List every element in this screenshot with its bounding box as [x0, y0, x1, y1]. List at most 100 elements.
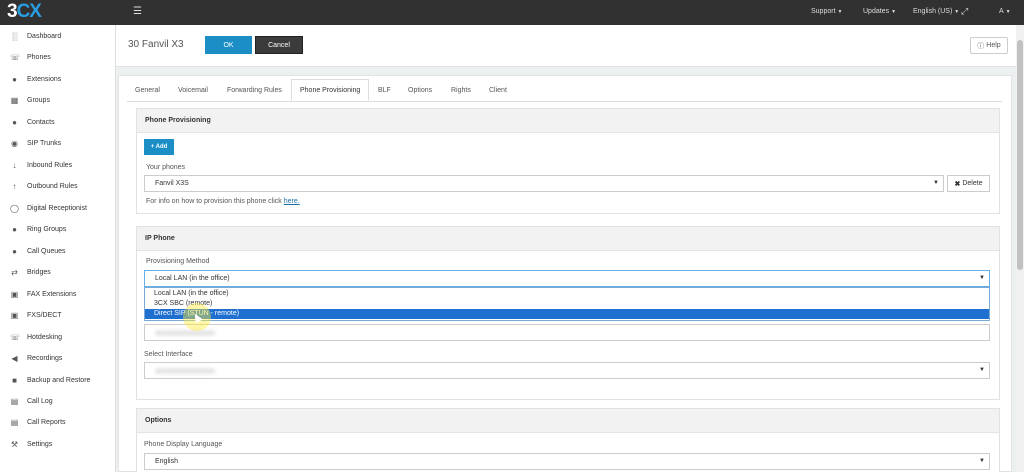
page-scrollbar[interactable]: [1016, 25, 1024, 472]
tab-rights[interactable]: Rights: [443, 79, 479, 101]
sidebar-item-hotdesking[interactable]: ☏ Hotdesking: [0, 329, 116, 345]
sidebar-item-dashboard[interactable]: ░ Dashboard: [0, 28, 116, 44]
phone-icon: ☏: [10, 332, 21, 342]
sidebar-item-outbound-rules[interactable]: ↑ Outbound Rules: [0, 178, 116, 194]
sidebar-item-phones[interactable]: ☏ Phones: [0, 49, 116, 65]
phone-select[interactable]: Fanvil X3S ▼: [144, 175, 944, 192]
caret-down-icon: ▼: [837, 9, 843, 15]
grid-icon: ▦: [10, 95, 19, 105]
tab-divider: [127, 101, 1002, 102]
support-menu[interactable]: Support ▼: [811, 8, 842, 15]
sidebar-item-groups[interactable]: ▦ Groups: [0, 92, 116, 108]
sidebar-item-label: Extensions: [27, 75, 62, 83]
tab-phone-provisioning[interactable]: Phone Provisioning: [291, 79, 370, 101]
phone-select-value: Fanvil X3S: [155, 180, 189, 187]
language-menu[interactable]: English (US) ▼: [913, 8, 959, 15]
sidebar-item-ring-groups[interactable]: ● Ring Groups: [0, 221, 116, 237]
tab-general[interactable]: General: [127, 79, 168, 101]
sidebar-item-bridges[interactable]: ⇄ Bridges: [0, 264, 116, 280]
delete-phone-button[interactable]: ✖ Delete: [947, 175, 990, 192]
updates-label: Updates: [863, 8, 890, 15]
sidebar-item-inbound-rules[interactable]: ↓ Inbound Rules: [0, 157, 116, 173]
arrow-up-icon: ↑: [12, 181, 17, 191]
sidebar-item-recordings[interactable]: ◀ Recordings: [0, 350, 116, 366]
sidebar-item-backup-and-restore[interactable]: ■ Backup and Restore: [0, 372, 116, 388]
volume-icon: ◀: [11, 353, 18, 363]
sidebar-item-label: Hotdesking: [27, 333, 63, 341]
menu-toggle-icon[interactable]: ☰: [133, 7, 142, 17]
sidebar-item-call-log[interactable]: ▤ Call Log: [0, 393, 116, 409]
sidebar-item-label: Phones: [27, 53, 51, 61]
sidebar-item-label: FXS/DECT: [27, 311, 62, 319]
blurred-value: [155, 329, 215, 336]
hidden-field[interactable]: [144, 324, 990, 341]
tab-client[interactable]: Client: [481, 79, 515, 101]
panel-title: Options: [137, 409, 999, 433]
updates-menu[interactable]: Updates ▼: [863, 8, 896, 15]
provisioning-method-value: Local LAN (in the office): [155, 275, 230, 282]
tab-forwarding-rules[interactable]: Forwarding Rules: [219, 79, 290, 101]
display-language-value: English: [155, 458, 178, 465]
caret-down-icon: ▼: [954, 9, 960, 15]
sidebar-item-fxs-dect[interactable]: ▣ FXS/DECT: [0, 307, 116, 323]
scrollbar-thumb[interactable]: [1017, 40, 1023, 270]
sidebar-item-digital-receptionist[interactable]: ◯ Digital Receptionist: [0, 200, 116, 216]
info-text: For info on how to provision this phone …: [146, 198, 282, 205]
3cx-logo[interactable]: 3CX: [7, 2, 57, 22]
info-link[interactable]: here.: [284, 198, 300, 205]
sidebar-item-label: Ring Groups: [27, 225, 67, 233]
sidebar-item-extensions[interactable]: ● Extensions: [0, 71, 116, 87]
exchange-icon: ⇄: [11, 267, 18, 277]
page-header: 30 Fanvil X3 OK Cancel ⓘ Help: [116, 25, 1024, 67]
caret-down-icon: ▼: [979, 458, 985, 464]
ok-button[interactable]: OK: [205, 36, 252, 54]
sidebar-item-call-reports[interactable]: ▤ Call Reports: [0, 414, 116, 430]
sidebar-item-label: Call Queues: [27, 247, 66, 255]
arrow-down-icon: ↓: [12, 160, 17, 170]
tab-options[interactable]: Options: [400, 79, 440, 101]
user-icon: ●: [12, 74, 17, 84]
cancel-button[interactable]: Cancel: [255, 36, 303, 54]
book-icon: ▤: [10, 396, 19, 406]
sidebar-item-call-queues[interactable]: ● Call Queues: [0, 243, 116, 259]
bar-chart-icon: ░: [11, 31, 18, 41]
caret-down-icon: ▼: [933, 180, 939, 186]
sidebar-item-contacts[interactable]: ● Contacts: [0, 114, 116, 130]
sidebar-item-settings[interactable]: ⚒ Settings: [0, 436, 116, 452]
caret-down-icon: ▼: [891, 9, 897, 15]
provisioning-method-label: Provisioning Method: [146, 258, 210, 265]
provisioning-method-dropdown: Local LAN (in the office) 3CX SBC (remot…: [144, 287, 990, 321]
logo-three: 3: [7, 1, 18, 22]
sidebar-item-label: Inbound Rules: [27, 161, 73, 169]
phone-display-language-label: Phone Display Language: [144, 441, 223, 448]
user-icon: ●: [12, 117, 17, 127]
tab-voicemail[interactable]: Voicemail: [170, 79, 216, 101]
globe-icon: ◉: [11, 138, 18, 148]
page-title: 30 Fanvil X3: [128, 39, 184, 50]
interface-select[interactable]: ▼: [144, 362, 990, 379]
dropdown-option[interactable]: Local LAN (in the office): [145, 289, 989, 299]
sidebar-item-fax-extensions[interactable]: ▣ FAX Extensions: [0, 286, 116, 302]
add-phone-button[interactable]: + Add: [144, 139, 174, 155]
help-icon: ⓘ: [977, 42, 985, 50]
sidebar-item-label: Backup and Restore: [27, 376, 91, 384]
sidebar-item-label: FAX Extensions: [27, 290, 77, 298]
dropdown-option-selected[interactable]: Direct SIP (STUN - remote): [145, 309, 989, 319]
sidebar-item-sip-trunks[interactable]: ◉ SIP Trunks: [0, 135, 116, 151]
help-button[interactable]: ⓘ Help: [970, 37, 1008, 54]
panel-title: IP Phone: [137, 227, 999, 251]
sidebar-item-label: Bridges: [27, 268, 51, 276]
support-label: Support: [811, 8, 836, 15]
fax-icon: ▣: [10, 310, 19, 320]
users-icon: ●: [12, 246, 17, 256]
tab-blf[interactable]: BLF: [370, 79, 399, 101]
panel-title: Phone Provisioning: [137, 109, 999, 133]
display-language-select[interactable]: English ▼: [144, 453, 990, 470]
sidebar-item-label: Outbound Rules: [27, 182, 78, 190]
provisioning-method-select[interactable]: Local LAN (in the office) ▼: [144, 270, 990, 287]
fullscreen-icon[interactable]: ⤢: [961, 6, 968, 17]
sidebar-item-label: Call Log: [27, 397, 53, 405]
user-menu[interactable]: A ▼: [999, 8, 1011, 15]
user-label: A: [999, 8, 1004, 15]
dropdown-option[interactable]: 3CX SBC (remote): [145, 299, 989, 309]
